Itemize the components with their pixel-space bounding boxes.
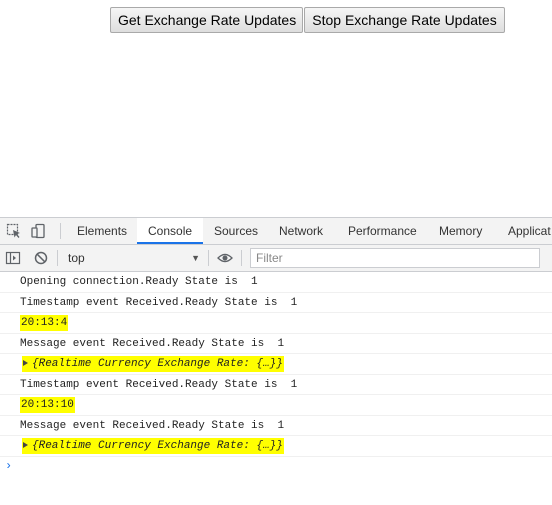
console-object-preview: {Realtime Currency Exchange Rate: {…}} [32,358,283,370]
console-message: 20:13:10 [0,395,552,416]
console-message-timestamp: 20:13:10 [20,397,75,413]
prompt-chevron-icon: › [5,458,13,473]
tab-performance[interactable]: Performance [348,218,417,244]
context-selector[interactable]: top ▼ [62,248,204,268]
toolbar-divider [208,250,209,266]
console-message-object[interactable]: {Realtime Currency Exchange Rate: {…}} [0,354,552,375]
tab-elements[interactable]: Elements [77,218,127,244]
console-message-object[interactable]: {Realtime Currency Exchange Rate: {…}} [0,436,552,457]
tab-memory[interactable]: Memory [439,218,482,244]
console-message: Timestamp event Received.Ready State is … [0,375,552,395]
console-message: 20:13:4 [0,313,552,334]
tab-console[interactable]: Console [137,218,204,244]
console-message: Message event Received.Ready State is 1 [0,334,552,354]
toolbar-divider [57,250,58,266]
console-message-text: Opening connection.Ready State is 1 [20,276,258,288]
device-toolbar-icon[interactable] [30,223,46,239]
expand-triangle-icon[interactable] [23,442,28,449]
live-expression-eye-icon[interactable] [217,250,233,266]
dropdown-arrow-icon: ▼ [191,253,200,263]
page-content: Get Exchange Rate Updates Stop Exchange … [0,0,552,217]
console-message-text: Timestamp event Received.Ready State is … [20,378,298,391]
console-message-text: Message event Received.Ready State is 1 [20,337,285,350]
clear-console-icon[interactable] [33,250,49,266]
console-message: Timestamp event Received.Ready State is … [0,293,552,313]
devtools-tabbar: Elements Console Sources Network Perform… [0,218,552,245]
console-object-preview: {Realtime Currency Exchange Rate: {…}} [32,440,283,452]
console-message: Opening connection.Ready State is 1 [0,272,552,293]
tab-application[interactable]: Applicat [508,218,551,244]
console-prompt[interactable]: › [0,457,552,477]
tab-network[interactable]: Network [279,218,323,244]
console-messages: Opening connection.Ready State is 1 Time… [0,272,552,505]
devtools-panel: Elements Console Sources Network Perform… [0,217,552,504]
expand-triangle-icon[interactable] [23,360,28,367]
console-message: Message event Received.Ready State is 1 [0,416,552,436]
context-selector-label: top [68,251,85,265]
stop-exchange-rate-updates-button[interactable]: Stop Exchange Rate Updates [304,7,505,33]
toolbar-divider [60,223,61,239]
console-toolbar: top ▼ Filter [0,245,552,272]
tab-sources[interactable]: Sources [214,218,258,244]
inspect-element-icon[interactable] [6,223,22,239]
get-exchange-rate-updates-button[interactable]: Get Exchange Rate Updates [110,7,303,33]
toolbar-divider [241,250,242,266]
console-message-text: Timestamp event Received.Ready State is … [20,296,298,309]
console-filter-input[interactable]: Filter [250,248,540,268]
console-message-text: Message event Received.Ready State is 1 [20,419,285,432]
console-message-timestamp: 20:13:4 [20,315,69,331]
show-sidebar-icon[interactable] [5,250,21,266]
